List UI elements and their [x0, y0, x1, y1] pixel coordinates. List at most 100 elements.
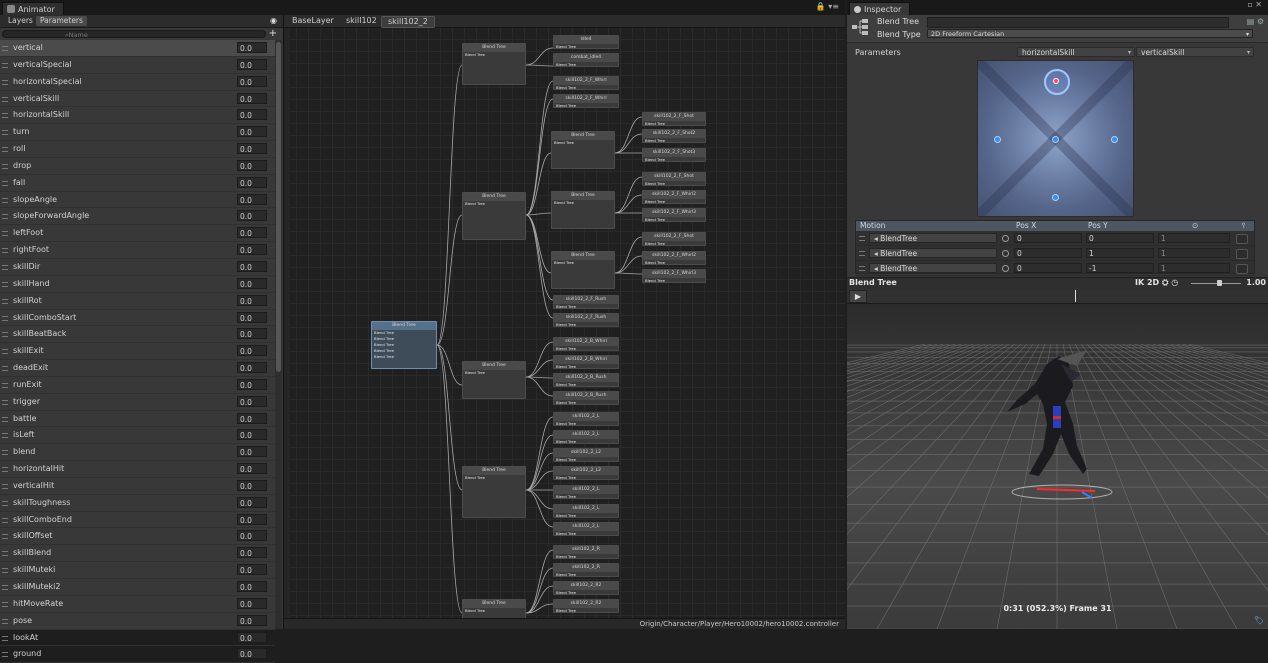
state-node[interactable]: skill102_2_L2 Blend Tree [553, 448, 619, 462]
settings-gear-icon[interactable]: ▤ ⚙ [1247, 17, 1264, 26]
drag-handle-icon[interactable] [2, 46, 8, 51]
object-picker-icon[interactable] [1002, 265, 1009, 272]
parameter-value-field[interactable]: 0.0 [237, 227, 267, 239]
scroll-thumb[interactable] [276, 42, 281, 372]
name-field[interactable] [927, 17, 1229, 28]
graph-scrollbar[interactable] [284, 27, 290, 618]
parameter-row[interactable]: verticalHit 0.0 [0, 478, 275, 495]
drag-handle-icon[interactable] [2, 601, 8, 607]
state-node[interactable]: skill102_2_F_Shot Blend Tree [642, 232, 706, 246]
parameter-value-field[interactable]: 0.0 [237, 446, 267, 458]
ik-toggle[interactable]: IK 2D ⛭ ◷ [1135, 278, 1178, 288]
drag-handle-icon[interactable] [2, 180, 8, 186]
parameter-row[interactable]: skillComboStart 0.0 [0, 310, 275, 327]
blend-type-dropdown[interactable]: 2D Freeform Cartesian [927, 29, 1253, 39]
inspector-tab[interactable]: Inspector [849, 2, 911, 16]
speed-field[interactable]: 1 [1158, 233, 1230, 243]
graph-canvas[interactable]: BaseLayer skill102 skill102_2 Blend Tree… [284, 15, 845, 629]
parameter-value-field[interactable]: 0.0 [237, 479, 267, 491]
drag-handle-icon[interactable] [2, 298, 8, 304]
state-node[interactable]: skill102_2_F_Whirl3 Blend Tree [642, 208, 706, 222]
drag-handle-icon[interactable] [2, 163, 8, 169]
motion-row[interactable]: ◂ BlendTree 0 -1 1 [856, 261, 1254, 276]
parameter-row[interactable]: horizontalSkill 0.0 [0, 107, 275, 125]
parameter-row[interactable]: skillMuteki 0.0 [0, 562, 275, 579]
preview-viewport[interactable]: 0:31 (052.3%) Frame 31 🏷 [847, 304, 1268, 629]
drag-handle-icon[interactable] [2, 534, 8, 540]
speed-field[interactable]: 1 [1158, 263, 1230, 273]
sample-point[interactable] [1052, 194, 1059, 201]
parameter-row[interactable]: drop 0.0 [0, 158, 275, 175]
sample-point[interactable] [1111, 136, 1118, 143]
preview-timeline[interactable]: ▶ [847, 289, 1268, 304]
tab-layers[interactable]: Layers [4, 16, 37, 26]
drag-handle-icon[interactable] [2, 349, 8, 355]
drag-handle-icon[interactable] [2, 214, 8, 220]
parameter-row[interactable]: skillDir 0.0 [0, 259, 275, 276]
drag-handle-icon[interactable] [2, 197, 8, 203]
state-node[interactable]: skill102_2_F_Whirl Blend Tree [553, 76, 619, 90]
state-node[interactable]: combat_idle4 Blend Tree [553, 53, 619, 67]
parameter-value-field[interactable]: 0.0 [237, 126, 267, 138]
parameter-row[interactable]: skillOffset 0.0 [0, 528, 275, 546]
parameter-value-field[interactable]: 0.0 [237, 294, 267, 306]
parameter-row[interactable]: battle 0.0 [0, 411, 275, 428]
motion-field[interactable]: ◂ BlendTree [869, 248, 997, 258]
parameter-value-field[interactable]: 0.0 [237, 311, 267, 323]
state-node[interactable]: Blend Tree Blend Tree [551, 191, 615, 229]
drag-handle-icon[interactable] [2, 96, 8, 102]
parameter-row[interactable]: trigger 0.0 [0, 394, 275, 411]
breadcrumb-baselayer[interactable]: BaseLayer [286, 16, 340, 26]
parameter-value-field[interactable]: 0.0 [237, 92, 267, 104]
parameter-row[interactable]: skillBeatBack 0.0 [0, 326, 275, 344]
parameter-value-field[interactable]: 0.0 [237, 429, 267, 441]
pos-y-field[interactable]: 0 [1086, 233, 1154, 243]
pos-x-field[interactable]: 0 [1014, 263, 1082, 273]
state-node[interactable]: Blend Tree Blend Tree [462, 466, 526, 518]
drag-handle-icon[interactable] [2, 433, 8, 439]
parameter-row[interactable]: verticalSkill 0.0 [0, 91, 275, 108]
parameter-row[interactable]: turn 0.0 [0, 124, 275, 142]
window-menu-icon[interactable]: 🔒 ▾≡ [816, 2, 839, 11]
sample-point[interactable] [1052, 136, 1059, 143]
state-node[interactable]: skill102_2_F_Rush Blend Tree [553, 313, 619, 327]
drag-handle-icon[interactable] [859, 251, 865, 256]
parameter-row[interactable]: leftFoot 0.0 [0, 225, 275, 243]
drag-handle-icon[interactable] [2, 483, 8, 489]
parameter-row[interactable]: slopeAngle 0.0 [0, 192, 275, 209]
parameter-row[interactable]: skillHand 0.0 [0, 276, 275, 293]
drag-handle-icon[interactable] [859, 266, 865, 271]
drag-handle-icon[interactable] [2, 568, 8, 574]
parameter-row[interactable]: skillComboEnd 0.0 [0, 512, 275, 529]
animator-tab[interactable]: Animator [2, 2, 64, 16]
add-parameter-button[interactable]: + [269, 28, 277, 39]
state-node[interactable]: skill102_2_L2 Blend Tree [553, 466, 619, 480]
drag-handle-icon[interactable] [2, 332, 8, 338]
state-node[interactable]: skill102_2_B_Whirl Blend Tree [553, 337, 619, 351]
mirror-toggle[interactable] [1236, 249, 1248, 259]
state-node[interactable]: skill102_2_F_Whirl2 Blend Tree [642, 190, 706, 204]
speed-slider-knob[interactable] [1217, 280, 1222, 286]
drag-handle-icon[interactable] [2, 585, 8, 590]
parameter-row[interactable]: skillExit 0.0 [0, 343, 275, 361]
motion-field[interactable]: ◂ BlendTree [869, 263, 997, 273]
parameter-value-field[interactable]: 0.0 [237, 395, 267, 407]
state-node[interactable]: skill102_2_B_Rush Blend Tree [553, 373, 619, 387]
parameter-value-field[interactable]: 0.0 [237, 109, 267, 121]
parameter-value-field[interactable]: 0.0 [237, 143, 267, 155]
drag-handle-icon[interactable] [2, 366, 8, 372]
object-picker-icon[interactable] [1002, 235, 1009, 242]
drag-handle-icon[interactable] [2, 618, 8, 624]
param-x-dropdown[interactable]: horizontalSkill [1017, 47, 1135, 58]
parameter-row[interactable]: vertical 0.0 [0, 40, 275, 57]
parameter-value-field[interactable]: 0.0 [237, 530, 267, 542]
state-node[interactable]: skill102_2_B_Rush Blend Tree [553, 391, 619, 405]
drag-handle-icon[interactable] [2, 399, 8, 405]
motion-row[interactable]: ◂ BlendTree 0 1 1 [856, 246, 1254, 261]
eye-toggle-icon[interactable]: ◉ [270, 16, 277, 25]
object-picker-icon[interactable] [1002, 250, 1009, 257]
pos-y-field[interactable]: -1 [1086, 263, 1154, 273]
parameter-row[interactable]: horizontalHit 0.0 [0, 461, 275, 478]
parameter-value-field[interactable]: 0.0 [237, 631, 267, 643]
search-input[interactable]: ⌕Name [2, 30, 266, 39]
